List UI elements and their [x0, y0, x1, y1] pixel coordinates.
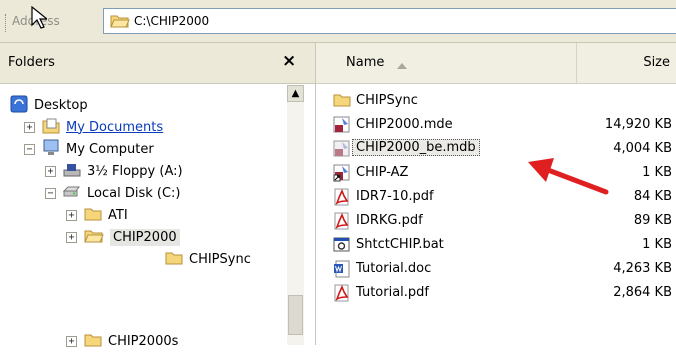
list-item[interactable]: IDR7-10.pdf 84 KB: [316, 186, 676, 208]
file-size: 2,864 KB: [613, 285, 672, 300]
close-icon[interactable]: ×: [282, 51, 296, 71]
folders-title: Folders: [8, 55, 55, 70]
access-mdb-icon: [333, 140, 351, 161]
tree-item-label: My Computer: [66, 141, 154, 157]
scroll-thumb[interactable]: [288, 295, 303, 335]
file-size: 84 KB: [633, 189, 672, 204]
tree-item-local-disk[interactable]: − Local Disk (C:): [45, 182, 180, 204]
tree-item-floppy[interactable]: + 3½ Floppy (A:): [45, 160, 183, 182]
mouse-cursor-icon: [31, 5, 49, 33]
sort-ascending-icon: [396, 59, 408, 73]
my-computer-icon: [42, 139, 60, 160]
tree-item-label: ATI: [108, 207, 128, 223]
floppy-drive-icon: [63, 161, 81, 182]
tree-item-label: Local Disk (C:): [87, 185, 181, 201]
file-name: CHIPSync: [356, 93, 418, 108]
list-item[interactable]: CHIPSync: [316, 90, 676, 112]
folder-icon: [333, 92, 351, 111]
file-size: 1 KB: [642, 237, 672, 252]
folder-icon: [165, 250, 183, 269]
folder-icon: [84, 332, 102, 351]
tree-item-label: My Documents: [66, 119, 164, 135]
list-item[interactable]: CHIP2000.mde 14,920 KB: [316, 114, 676, 136]
access-shortcut-icon: [333, 164, 351, 185]
tree-item-chip2000s[interactable]: + CHIP2000s: [66, 330, 178, 352]
column-header-name[interactable]: Name: [316, 43, 577, 83]
file-size: 4,263 KB: [613, 261, 672, 276]
file-name: IDRKG.pdf: [356, 213, 423, 228]
address-bar: Address C:\CHIP2000: [0, 0, 676, 43]
tree-item-label: CHIPSync: [189, 251, 251, 267]
open-folder-icon: [84, 228, 104, 247]
list-item[interactable]: IDRKG.pdf 89 KB: [316, 210, 676, 232]
file-name: CHIP2000_be.mdb: [352, 139, 480, 156]
tree-item-chip2000[interactable]: + CHIP2000: [66, 226, 180, 248]
file-name: CHIP2000.mde: [356, 117, 453, 132]
tree-item-label: 3½ Floppy (A:): [87, 163, 183, 179]
file-name: CHIP-AZ: [356, 165, 409, 180]
folders-header: Folders ×: [0, 43, 315, 84]
file-name: Tutorial.doc: [356, 261, 432, 276]
tree-item-my-computer[interactable]: − My Computer: [24, 138, 154, 160]
file-name: ShtctCHIP.bat: [356, 237, 444, 252]
batch-file-icon: [333, 236, 351, 257]
tree-item-label: CHIP2000: [110, 228, 180, 246]
file-size: 89 KB: [633, 213, 672, 228]
pdf-icon: [333, 284, 351, 305]
expand-icon[interactable]: +: [24, 121, 35, 133]
collapse-icon[interactable]: −: [24, 143, 35, 155]
pdf-icon: [333, 212, 351, 233]
column-header-size[interactable]: Size: [577, 43, 676, 83]
open-folder-icon: [110, 13, 130, 32]
folder-icon: [84, 206, 102, 225]
list-item[interactable]: ShtctCHIP.bat 1 KB: [316, 234, 676, 256]
expand-icon[interactable]: +: [66, 209, 77, 221]
folders-scrollbar[interactable]: ▲: [287, 85, 304, 345]
list-item[interactable]: Tutorial.doc 4,263 KB: [316, 258, 676, 280]
tree-item-label: Desktop: [34, 97, 88, 113]
column-name-label: Name: [346, 55, 385, 70]
column-size-label: Size: [643, 55, 670, 70]
toolbar-grip[interactable]: [5, 14, 8, 32]
desktop-icon: [10, 95, 28, 116]
hard-disk-icon: [62, 183, 81, 204]
tree-item-desktop[interactable]: Desktop: [10, 94, 88, 116]
access-mde-icon: [333, 116, 351, 137]
file-list: Name Size CHIPSync CHIP2000.mde 14,920 K…: [316, 43, 676, 345]
expand-icon[interactable]: +: [66, 231, 77, 243]
folders-pane: Folders × Desktop + My Documents − My Co…: [0, 43, 316, 349]
annotation-arrow-icon: [520, 152, 610, 205]
tree-item-label: CHIP2000s: [108, 333, 179, 349]
word-doc-icon: [333, 260, 351, 281]
file-list-header: Name Size: [316, 43, 676, 84]
my-documents-icon: [42, 117, 60, 138]
file-size: 4,004 KB: [613, 141, 672, 156]
list-item[interactable]: CHIP-AZ 1 KB: [316, 162, 676, 184]
expand-icon[interactable]: +: [45, 165, 56, 177]
collapse-icon[interactable]: −: [45, 187, 56, 199]
pdf-icon: [333, 188, 351, 209]
tree-item-ati[interactable]: + ATI: [66, 204, 128, 226]
list-item-selected[interactable]: CHIP2000_be.mdb 4,004 KB: [316, 138, 676, 160]
file-size: 1 KB: [642, 165, 672, 180]
file-name: IDR7-10.pdf: [356, 189, 434, 204]
address-value: C:\CHIP2000: [134, 14, 210, 28]
file-size: 14,920 KB: [604, 117, 672, 132]
list-item[interactable]: Tutorial.pdf 2,864 KB: [316, 282, 676, 304]
scroll-up-icon[interactable]: ▲: [287, 85, 304, 102]
address-input[interactable]: C:\CHIP2000: [103, 8, 676, 34]
tree-item-chipsync[interactable]: CHIPSync: [165, 248, 251, 270]
file-name: Tutorial.pdf: [356, 285, 430, 300]
tree-item-my-documents[interactable]: + My Documents: [24, 116, 163, 138]
